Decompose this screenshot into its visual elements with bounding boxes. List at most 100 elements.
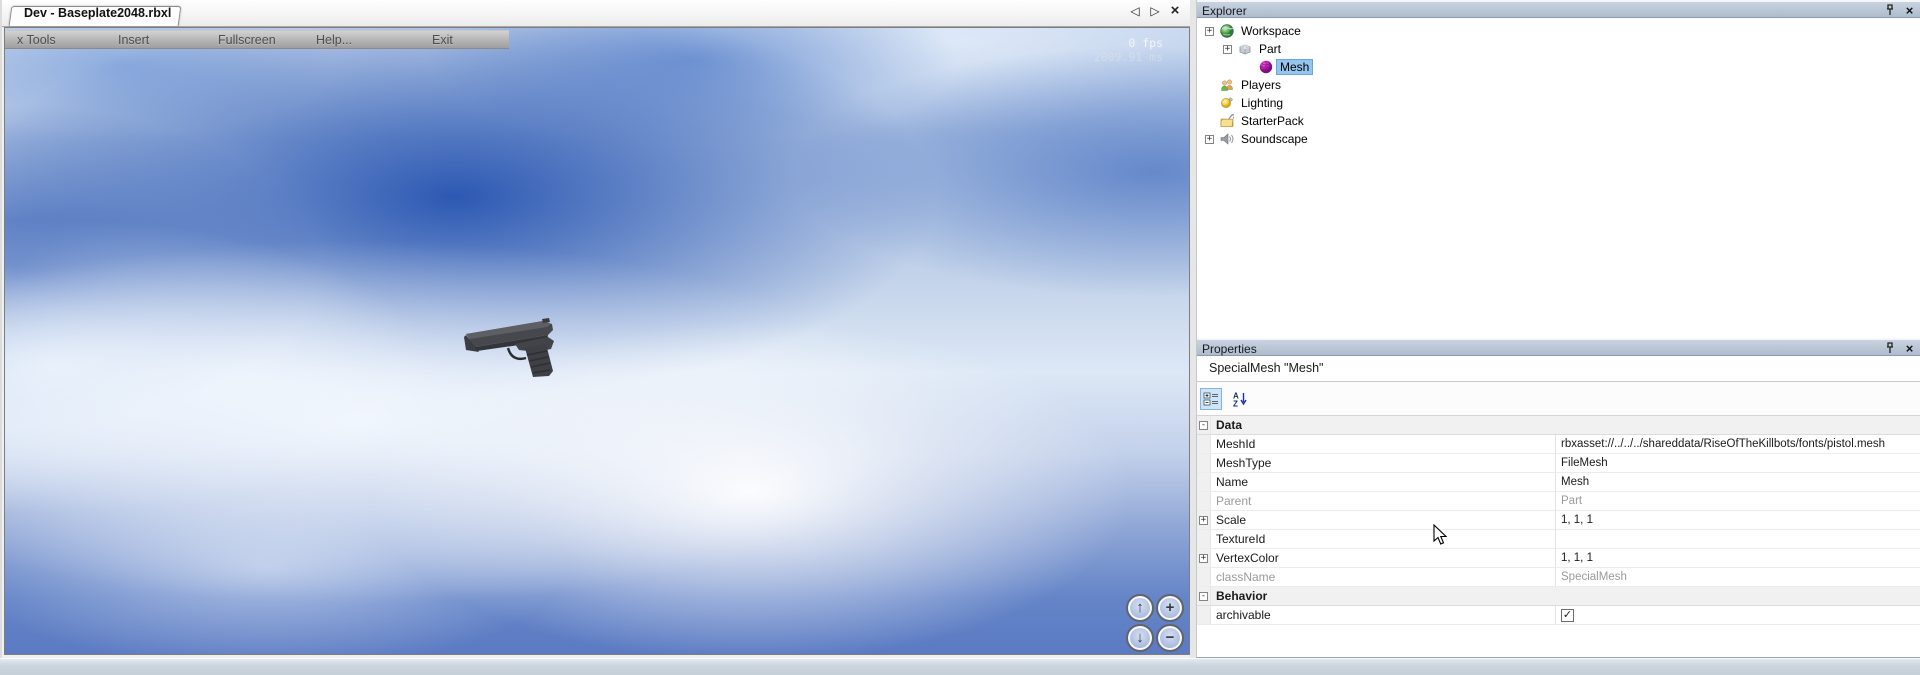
- expand-icon: [1199, 459, 1208, 468]
- property-row-meshid[interactable]: MeshId rbxasset://../../../shareddata/Ri…: [1197, 435, 1920, 454]
- camera-up-button[interactable]: ↑: [1126, 594, 1154, 622]
- archivable-checkbox[interactable]: ✓: [1561, 609, 1574, 622]
- expand-toggle-icon[interactable]: [1205, 117, 1214, 126]
- performance-overlay: 0 fps 2009.91 ms: [1094, 36, 1163, 64]
- tree-item-mesh[interactable]: Mesh: [1197, 58, 1920, 76]
- tree-item-soundscape[interactable]: + Soundscape: [1197, 130, 1920, 148]
- expand-icon: [1199, 535, 1208, 544]
- expand-icon: [1199, 478, 1208, 487]
- starterpack-icon: [1220, 114, 1234, 128]
- categorized-view-icon[interactable]: [1200, 388, 1222, 410]
- properties-titlebar: Properties ×: [1197, 338, 1920, 356]
- selected-object-label: SpecialMesh "Mesh": [1209, 361, 1323, 375]
- menu-item-exit[interactable]: Exit: [432, 33, 453, 47]
- expand-toggle-icon[interactable]: [1205, 81, 1214, 90]
- tree-item-part[interactable]: + Part: [1197, 40, 1920, 58]
- explorer-titlebar: Explorer ×: [1197, 0, 1920, 18]
- expand-icon[interactable]: +: [1199, 516, 1208, 525]
- property-value[interactable]: rbxasset://../../../shareddata/RiseOfThe…: [1556, 435, 1920, 453]
- tree-item-label[interactable]: Soundscape: [1238, 132, 1311, 146]
- soundscape-icon: [1220, 132, 1234, 146]
- property-value[interactable]: 1, 1, 1: [1556, 511, 1920, 529]
- pistol-mesh-object[interactable]: [463, 313, 567, 383]
- property-value: Part: [1556, 492, 1920, 510]
- property-name: MeshType: [1211, 454, 1556, 472]
- close-icon[interactable]: ×: [1903, 3, 1916, 17]
- pin-icon[interactable]: [1883, 341, 1896, 355]
- property-row-textureid[interactable]: TextureId: [1197, 530, 1920, 549]
- selected-object-header: SpecialMesh "Mesh": [1197, 356, 1920, 382]
- property-name: TextureId: [1211, 530, 1556, 548]
- property-name: MeshId: [1211, 435, 1556, 453]
- 3d-viewport[interactable]: x Tools Insert Fullscreen Help... Exit 0…: [4, 27, 1190, 655]
- tab-scroll-right-icon[interactable]: ▷: [1148, 3, 1162, 19]
- property-row-name[interactable]: Name Mesh: [1197, 473, 1920, 492]
- property-value[interactable]: 1, 1, 1: [1556, 549, 1920, 567]
- players-icon: [1220, 78, 1234, 92]
- expand-icon: [1199, 611, 1208, 620]
- tree-item-workspace[interactable]: + Workspace: [1197, 22, 1920, 40]
- tree-item-players[interactable]: Players: [1197, 76, 1920, 94]
- property-row-classname[interactable]: className SpecialMesh: [1197, 568, 1920, 587]
- expand-toggle-icon[interactable]: [1205, 99, 1214, 108]
- document-tab-bar: Dev - Baseplate2048.rbxl ◁ ▷ ×: [2, 0, 1190, 27]
- expand-toggle-icon[interactable]: +: [1205, 135, 1214, 144]
- tree-item-lighting[interactable]: Lighting: [1197, 94, 1920, 112]
- tree-item-starterpack[interactable]: StarterPack: [1197, 112, 1920, 130]
- property-row-vertexcolor[interactable]: + VertexColor 1, 1, 1: [1197, 549, 1920, 568]
- tree-item-label[interactable]: StarterPack: [1238, 114, 1307, 128]
- property-name: Scale: [1211, 511, 1556, 529]
- tree-item-label[interactable]: Part: [1256, 42, 1284, 56]
- menu-item-help[interactable]: Help...: [316, 33, 352, 47]
- property-value[interactable]: Mesh: [1556, 473, 1920, 491]
- property-name: archivable: [1211, 606, 1556, 624]
- svg-text:Z: Z: [1233, 399, 1238, 407]
- tree-item-label[interactable]: Lighting: [1238, 96, 1286, 110]
- tree-item-label[interactable]: Mesh: [1277, 60, 1312, 74]
- camera-down-button[interactable]: ↓: [1126, 624, 1154, 652]
- property-name: Parent: [1211, 492, 1556, 510]
- menu-item-insert[interactable]: Insert: [118, 33, 149, 47]
- close-icon[interactable]: ×: [1903, 341, 1916, 355]
- menu-item-fullscreen[interactable]: Fullscreen: [218, 33, 276, 47]
- expand-icon: [1199, 573, 1208, 582]
- alphabetical-sort-icon[interactable]: AZ: [1229, 388, 1251, 410]
- expand-icon[interactable]: +: [1199, 554, 1208, 563]
- tab-close-icon[interactable]: ×: [1168, 3, 1182, 19]
- property-name: VertexColor: [1211, 549, 1556, 567]
- collapse-icon[interactable]: -: [1199, 592, 1208, 601]
- property-name: Name: [1211, 473, 1556, 491]
- tree-item-label[interactable]: Workspace: [1238, 24, 1304, 38]
- expand-toggle-icon[interactable]: +: [1205, 27, 1214, 36]
- camera-nav-cluster: ↑ + ↓ −: [1126, 594, 1185, 653]
- expand-toggle-icon[interactable]: +: [1223, 45, 1232, 54]
- pin-icon[interactable]: [1883, 3, 1896, 17]
- part-icon: [1238, 42, 1252, 56]
- tree-item-label[interactable]: Players: [1238, 78, 1284, 92]
- property-value[interactable]: [1556, 530, 1920, 548]
- collapse-icon[interactable]: -: [1199, 421, 1208, 430]
- camera-zoom-in-button[interactable]: +: [1156, 594, 1184, 622]
- mesh-icon: [1259, 60, 1273, 74]
- properties-title: Properties: [1202, 342, 1257, 356]
- document-tab-title[interactable]: Dev - Baseplate2048.rbxl: [24, 6, 171, 20]
- property-row-scale[interactable]: + Scale 1, 1, 1: [1197, 511, 1920, 530]
- tab-scroll-left-icon[interactable]: ◁: [1128, 3, 1142, 19]
- menu-item-tools[interactable]: x Tools: [17, 33, 56, 47]
- document-area: Dev - Baseplate2048.rbxl ◁ ▷ × x Tools I…: [0, 0, 1190, 658]
- property-row-meshtype[interactable]: MeshType FileMesh: [1197, 454, 1920, 473]
- camera-zoom-out-button[interactable]: −: [1156, 624, 1184, 652]
- property-row-archivable[interactable]: archivable ✓: [1197, 606, 1920, 625]
- property-row-parent[interactable]: Parent Part: [1197, 492, 1920, 511]
- properties-grid: - Data MeshId rbxasset://../../../shared…: [1197, 416, 1920, 625]
- section-name: Behavior: [1211, 587, 1267, 605]
- property-value[interactable]: FileMesh: [1556, 454, 1920, 472]
- frame-time: 2009.91 ms: [1094, 50, 1163, 64]
- app-window: Dev - Baseplate2048.rbxl ◁ ▷ × x Tools I…: [0, 0, 1920, 675]
- dock-panels: Explorer × + Workspace +: [1196, 0, 1920, 658]
- section-row-behavior[interactable]: - Behavior: [1197, 587, 1920, 606]
- section-row-data[interactable]: - Data: [1197, 416, 1920, 435]
- property-value: SpecialMesh: [1556, 568, 1920, 586]
- expand-icon: [1199, 440, 1208, 449]
- expand-icon: [1199, 497, 1208, 506]
